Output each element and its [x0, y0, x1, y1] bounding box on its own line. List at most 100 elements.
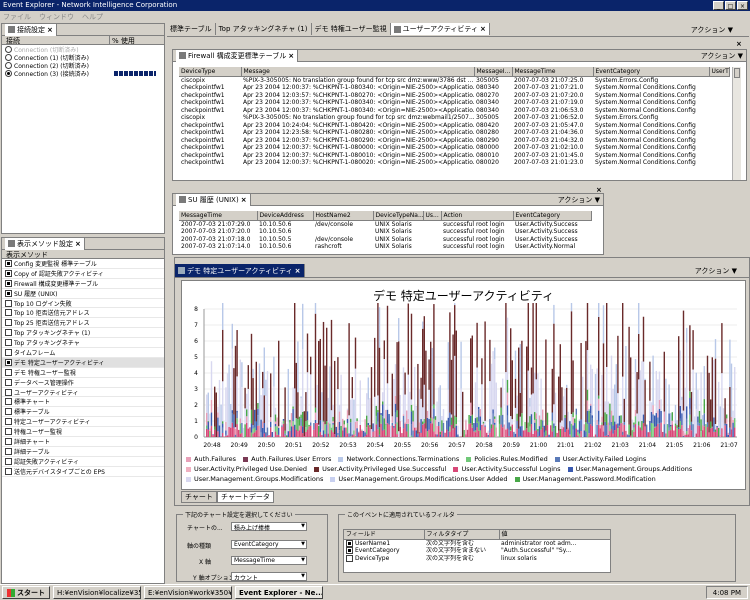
action-menu[interactable]: アクション ▼ [695, 266, 737, 276]
checkbox[interactable] [5, 319, 12, 327]
tab-privileged-user[interactable]: デモ 特権ユーザー監視 [311, 23, 391, 35]
table-row[interactable]: 2007-07-03 21:07:29.0 10.10.50.6/dev/cons… [179, 220, 591, 228]
method-item[interactable]: Top 10 拒否送信元アドレス [2, 308, 164, 319]
column-header[interactable]: 表示メソッド [2, 250, 164, 259]
tab-standard-table[interactable]: 標準テーブル [167, 23, 216, 35]
method-item[interactable]: Firewall 構成変更標準テーブル [2, 279, 164, 289]
tab-su-history[interactable]: SU 履歴 (UNIX) × [176, 193, 251, 206]
checkbox[interactable] [5, 467, 12, 475]
method-item[interactable]: Copy of 認証失敗アクティビティ [2, 269, 164, 279]
checkbox[interactable] [5, 418, 12, 426]
tab-chart[interactable]: チャート [181, 491, 217, 503]
tab-firewall[interactable]: Firewall 構成変更標準テーブル × [176, 49, 299, 62]
method-item[interactable]: 特権ユーザー監視 [2, 427, 164, 438]
checkbox[interactable] [5, 388, 12, 396]
method-item[interactable]: タイムフレーム [2, 348, 164, 358]
radio-button[interactable] [5, 69, 12, 77]
method-item[interactable]: 詳細テーブル [2, 447, 164, 457]
column-header[interactable]: EventCategory [513, 211, 592, 221]
filter-checkbox[interactable] [346, 554, 353, 562]
taskbar-item-explorer-1[interactable]: H:¥enVision¥localize¥350... [53, 586, 141, 599]
method-item[interactable]: データベース管理操作 [2, 378, 164, 388]
table-row[interactable]: 2007-07-03 21:07:18.0 10.10.50.5/dev/cons… [179, 236, 591, 244]
column-header[interactable]: Message [241, 67, 475, 77]
chart-type-select[interactable]: 積み上げ棒棒 [231, 522, 307, 532]
table-row[interactable]: ciscopix %PIX-3-305005: No translation gr… [179, 76, 729, 84]
checkbox[interactable] [5, 447, 12, 455]
maximize-button[interactable]: □ [725, 1, 736, 10]
checkbox[interactable] [5, 269, 12, 277]
checkbox[interactable] [5, 378, 12, 386]
checkbox[interactable] [5, 279, 12, 287]
checkbox[interactable] [5, 398, 12, 406]
method-item[interactable]: SU 履歴 (UNIX) [2, 289, 164, 299]
taskbar-item-event-explorer[interactable]: Event Explorer - Ne... [235, 586, 323, 599]
close-icon[interactable]: × [480, 25, 486, 33]
table-row[interactable]: checkpointfw1 Apr 23 2004 12:00:37: %CHKP… [179, 144, 729, 152]
x-axis-select[interactable]: MessageTime [231, 556, 307, 565]
close-icon[interactable]: × [736, 40, 742, 48]
column-header[interactable]: フィールド [344, 530, 425, 540]
menu-window[interactable]: ウィンドウ [39, 12, 74, 21]
method-item[interactable]: Config 変更監視 標準テーブル [2, 259, 164, 269]
method-item[interactable]: Top アタッキングネチャ (1) [2, 328, 164, 339]
scrollbar[interactable] [732, 67, 741, 180]
minimize-button[interactable]: _ [713, 1, 724, 10]
column-header[interactable]: DeviceAddress [257, 211, 314, 221]
checkbox[interactable] [5, 408, 12, 416]
table-row[interactable]: 2007-07-03 21:07:14.0 10.10.50.6 rashcroft… [179, 243, 591, 251]
close-icon[interactable]: × [288, 52, 294, 60]
filter-row[interactable]: UserName1 次の文字列を含む administrator root adm.… [344, 539, 610, 547]
checkbox[interactable] [5, 358, 12, 366]
checkbox[interactable] [5, 339, 12, 347]
table-row[interactable]: checkpointfw1 Apr 23 2004 12:00:37: %CHKP… [179, 159, 729, 167]
checkbox[interactable] [5, 368, 12, 376]
column-header[interactable]: Us... [423, 211, 442, 221]
method-item[interactable]: 詳細チャート [2, 437, 164, 447]
column-header[interactable]: MessageI... [474, 67, 513, 77]
window-titlebar[interactable]: Event Explorer - Network Intelligence Co… [0, 0, 750, 11]
column-header[interactable]: Action [441, 211, 514, 221]
method-item[interactable]: Top アタッキングネチャ [2, 338, 164, 349]
tab-methods[interactable]: 表示メソッド設定 × [5, 237, 85, 250]
checkbox[interactable] [5, 309, 12, 317]
tab-top-attack[interactable]: Top アタッキングネチャ (1) [215, 23, 312, 35]
method-item[interactable]: 標準テーブル [2, 407, 164, 418]
taskbar-item-explorer-2[interactable]: E:¥enVision¥work¥350¥e... [144, 586, 232, 599]
method-item[interactable]: 認証失敗アクティビティ [2, 457, 164, 467]
column-header[interactable]: % 使用 [110, 36, 160, 45]
radio-button[interactable] [5, 53, 12, 61]
table-row[interactable]: checkpointfw1 Apr 23 2004 12:00:37: %CHKP… [179, 137, 729, 145]
close-button[interactable]: × [737, 1, 748, 10]
tab-connections[interactable]: 接続設定 × [5, 23, 57, 36]
tab-demo-activity[interactable]: デモ 特定ユーザーアクティビティ × [175, 264, 305, 277]
checkbox[interactable] [5, 457, 12, 465]
method-item[interactable]: Top 25 拒否送信元アドレス [2, 318, 164, 329]
table-row[interactable]: checkpointfw1 Apr 23 2004 12:00:37: %CHKP… [179, 152, 729, 160]
radio-button[interactable] [5, 61, 12, 69]
method-item[interactable]: ユーザーアクティビティ [2, 388, 164, 398]
close-icon[interactable]: × [47, 26, 53, 34]
action-menu[interactable]: アクション ▼ [701, 51, 743, 61]
method-item[interactable]: デモ 特権ユーザー監視 [2, 368, 164, 378]
radio-button[interactable] [5, 45, 12, 53]
column-header[interactable]: EventCategory [593, 67, 710, 77]
start-button[interactable]: スタート [2, 586, 50, 599]
column-header[interactable]: UserT [709, 67, 730, 77]
filter-checkbox[interactable] [346, 547, 353, 554]
column-header[interactable]: DeviceType [179, 67, 242, 77]
menu-file[interactable]: ファイル [3, 12, 31, 21]
checkbox[interactable] [5, 348, 12, 356]
column-header[interactable]: 接続 [2, 36, 110, 45]
close-icon[interactable]: × [75, 240, 81, 248]
menu-help[interactable]: ヘルプ [82, 12, 103, 21]
method-item[interactable]: 標準チャート [2, 397, 164, 408]
filter-row[interactable]: EventCategory 次の文字列を含まない "Auth.Successful"… [344, 547, 610, 555]
table-row[interactable]: checkpointfw1 Apr 23 2004 12:23:58: %CHKP… [179, 129, 729, 137]
column-header[interactable]: MessageTime [179, 211, 258, 221]
method-item[interactable]: デモ 特定ユーザーアクティビティ [2, 357, 164, 368]
table-row[interactable]: 2007-07-03 21:07:20.0 10.10.50.6 UNIX Sola… [179, 228, 591, 236]
column-header[interactable]: DeviceTypeNa... [373, 211, 424, 221]
column-header[interactable]: 値 [499, 530, 610, 540]
table-row[interactable]: checkpointfw1 Apr 23 2004 12:00:37: %CHKP… [179, 99, 729, 107]
